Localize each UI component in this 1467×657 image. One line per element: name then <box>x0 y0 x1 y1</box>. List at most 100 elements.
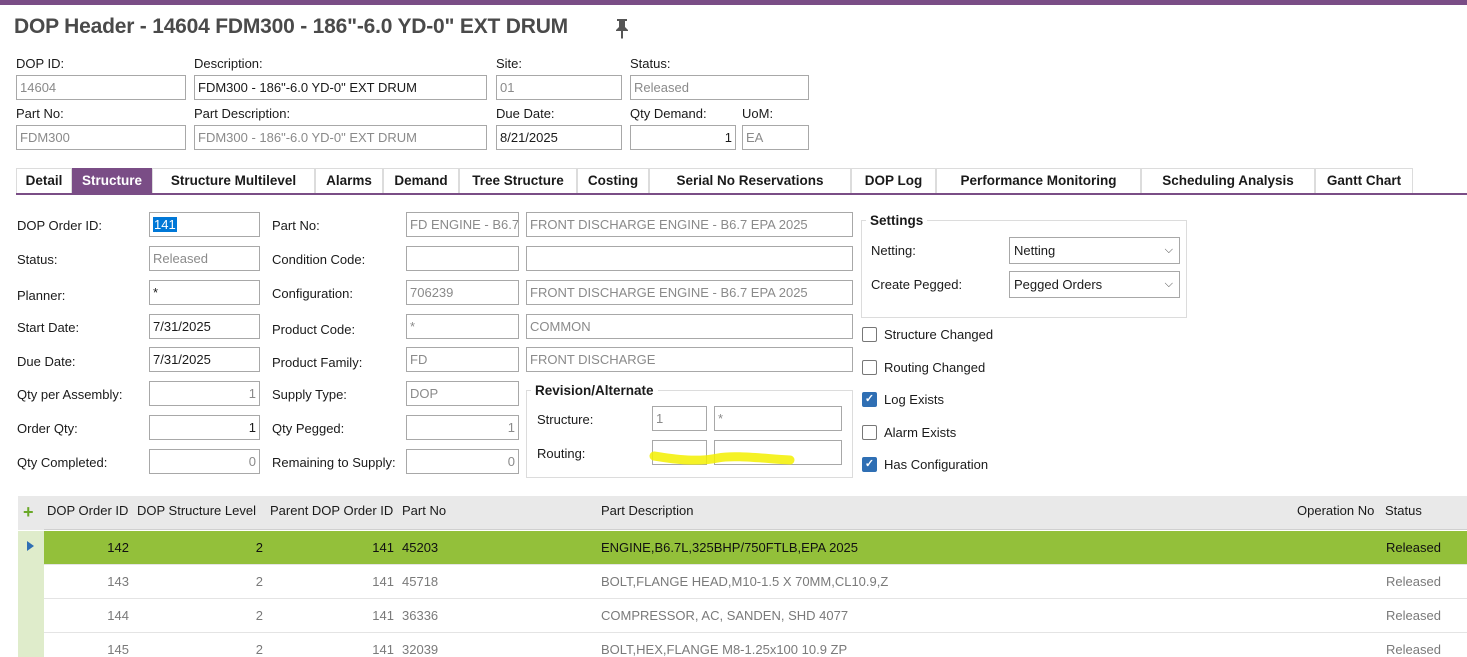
tab-alarms[interactable]: Alarms <box>315 168 383 194</box>
site-field[interactable]: 01 <box>496 75 622 100</box>
qty-completed-field[interactable]: 0 <box>149 449 260 474</box>
qty-demand-field[interactable]: 1 <box>630 125 736 150</box>
condition-code-description-field[interactable] <box>526 246 853 271</box>
tab-costing[interactable]: Costing <box>577 168 649 194</box>
structure-part-description-field[interactable]: FRONT DISCHARGE ENGINE - B6.7 EPA 2025 <box>526 212 853 237</box>
structure-alternate-field[interactable]: * <box>714 406 842 431</box>
cell-status: Released <box>1386 540 1441 555</box>
table-row[interactable]: 142 2 141 45203 ENGINE,B6.7L,325BHP/750F… <box>18 531 1467 565</box>
qty-pegged-field[interactable]: 1 <box>406 415 519 440</box>
tab-gantt-chart[interactable]: Gantt Chart <box>1315 168 1413 194</box>
dop-order-id-field[interactable]: 141 <box>149 212 260 237</box>
product-code-field[interactable]: * <box>406 314 519 339</box>
tab-structure[interactable]: Structure <box>72 168 152 194</box>
planner-field[interactable]: * <box>149 280 260 305</box>
tab-demand[interactable]: Demand <box>383 168 459 194</box>
add-row-icon[interactable]: + <box>23 502 34 523</box>
structure-status-field[interactable]: Released <box>149 246 260 271</box>
routing-changed-checkbox[interactable] <box>862 360 877 375</box>
part-description-label: Part Description: <box>194 106 291 121</box>
cell-parent: 141 <box>372 574 394 589</box>
part-no-field[interactable]: FDM300 <box>16 125 186 150</box>
supply-type-field[interactable]: DOP <box>406 381 519 406</box>
tab-serial-no-reservations[interactable]: Serial No Reservations <box>649 168 851 194</box>
structure-changed-checkbox[interactable] <box>862 327 877 342</box>
structure-revision-field[interactable]: 1 <box>652 406 707 431</box>
log-exists-label: Log Exists <box>884 392 944 407</box>
dop-id-field[interactable]: 14604 <box>16 75 186 100</box>
col-header-part-no[interactable]: Part No <box>402 496 446 530</box>
supply-type-label: Supply Type: <box>272 387 347 402</box>
row-selector[interactable] <box>18 599 44 633</box>
alarm-exists-label: Alarm Exists <box>884 425 957 440</box>
cell-part-description: BOLT,HEX,FLANGE M8-1.25x100 10.9 ZP <box>601 642 848 657</box>
revision-alternate-title: Revision/Alternate <box>531 383 658 398</box>
table-row[interactable]: 144 2 141 36336 COMPRESSOR, AC, SANDEN, … <box>18 599 1467 633</box>
part-description-field[interactable]: FDM300 - 186"-6.0 YD-0" EXT DRUM <box>194 125 487 150</box>
remaining-to-supply-field[interactable]: 0 <box>406 449 519 474</box>
cell-dop-order-id: 144 <box>107 608 129 623</box>
tab-dop-log[interactable]: DOP Log <box>851 168 936 194</box>
tab-bar: Detail Structure Structure Multilevel Al… <box>16 168 1413 194</box>
tab-detail[interactable]: Detail <box>16 168 72 194</box>
page-title: DOP Header - 14604 FDM300 - 186"-6.0 YD-… <box>14 15 568 38</box>
order-qty-field[interactable]: 1 <box>149 415 260 440</box>
cell-level: 2 <box>255 540 263 555</box>
qty-per-assembly-field[interactable]: 1 <box>149 381 260 406</box>
col-header-operation-no[interactable]: Operation No <box>1297 496 1374 530</box>
chevron-down-icon: ⌵ <box>1164 278 1173 290</box>
window-top-bar <box>0 0 1467 5</box>
description-field[interactable]: FDM300 - 186"-6.0 YD-0" EXT DRUM <box>194 75 487 100</box>
create-pegged-value: Pegged Orders <box>1014 277 1103 292</box>
row-selector[interactable] <box>18 565 44 599</box>
condition-code-field[interactable] <box>406 246 519 271</box>
col-header-parent-dop-order-id[interactable]: Parent DOP Order ID <box>270 496 393 530</box>
qty-per-assembly-label: Qty per Assembly: <box>17 387 123 402</box>
tab-performance-monitoring[interactable]: Performance Monitoring <box>936 168 1141 194</box>
col-header-status[interactable]: Status <box>1385 496 1422 530</box>
uom-field[interactable]: EA <box>742 125 809 150</box>
grid-header: + DOP Order ID DOP Structure Level Paren… <box>18 496 1467 530</box>
log-exists-checkbox[interactable]: ✓ <box>862 392 877 407</box>
uom-label: UoM: <box>742 106 774 121</box>
cell-level: 2 <box>255 574 263 589</box>
netting-value: Netting <box>1014 243 1056 258</box>
structure-changed-label: Structure Changed <box>884 327 994 342</box>
structure-due-date-field[interactable]: 7/31/2025 <box>149 347 260 372</box>
table-row[interactable]: 143 2 141 45718 BOLT,FLANGE HEAD,M10-1.5… <box>18 565 1467 599</box>
pin-icon[interactable] <box>613 17 631 39</box>
cell-part-no: 36336 <box>402 608 439 623</box>
create-pegged-select[interactable]: Pegged Orders ⌵ <box>1009 271 1180 298</box>
tab-structure-multilevel[interactable]: Structure Multilevel <box>152 168 315 194</box>
create-pegged-label: Create Pegged: <box>871 277 963 292</box>
status-field[interactable]: Released <box>630 75 809 100</box>
configuration-description-field[interactable]: FRONT DISCHARGE ENGINE - B6.7 EPA 2025 <box>526 280 853 305</box>
product-code-description-field[interactable]: COMMON <box>526 314 853 339</box>
cell-dop-order-id: 143 <box>107 574 129 589</box>
start-date-field[interactable]: 7/31/2025 <box>149 314 260 339</box>
col-header-dop-structure-level[interactable]: DOP Structure Level <box>137 496 256 530</box>
row-selector[interactable] <box>18 633 44 657</box>
product-family-description-field[interactable]: FRONT DISCHARGE <box>526 347 853 372</box>
netting-select[interactable]: Netting ⌵ <box>1009 237 1180 264</box>
alarm-exists-checkbox[interactable] <box>862 425 877 440</box>
tab-scheduling-analysis[interactable]: Scheduling Analysis <box>1141 168 1315 194</box>
structure-part-no-label: Part No: <box>272 218 320 233</box>
due-date-field[interactable]: 8/21/2025 <box>496 125 622 150</box>
product-family-field[interactable]: FD <box>406 347 519 372</box>
col-header-part-description[interactable]: Part Description <box>601 496 693 530</box>
cell-parent: 141 <box>372 642 394 657</box>
tab-tree-structure[interactable]: Tree Structure <box>459 168 577 194</box>
table-row[interactable]: 145 2 141 32039 BOLT,HEX,FLANGE M8-1.25x… <box>18 633 1467 657</box>
product-family-label: Product Family: <box>272 355 363 370</box>
dop-id-label: DOP ID: <box>16 56 65 71</box>
row-selector[interactable] <box>18 531 44 565</box>
structure-due-date-label: Due Date: <box>17 354 76 369</box>
cell-parent: 141 <box>372 540 394 555</box>
cell-dop-order-id: 142 <box>107 540 129 555</box>
product-code-label: Product Code: <box>272 322 356 337</box>
has-configuration-checkbox[interactable]: ✓ <box>862 457 877 472</box>
structure-part-no-field[interactable]: FD ENGINE - B6.7 <box>406 212 519 237</box>
col-header-dop-order-id[interactable]: DOP Order ID <box>47 496 128 530</box>
configuration-field[interactable]: 706239 <box>406 280 519 305</box>
